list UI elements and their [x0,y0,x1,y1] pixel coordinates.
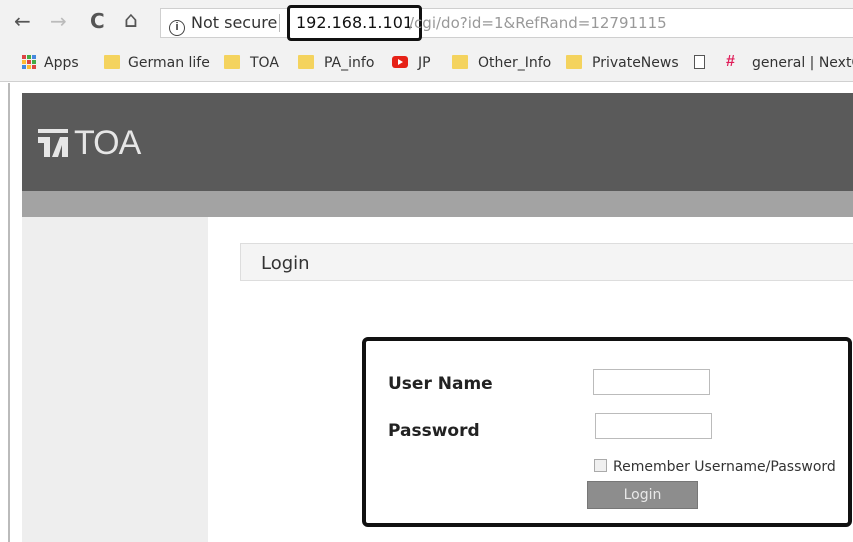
youtube-icon [392,56,408,68]
url-host-highlight: 192.168.1.101 [287,5,423,41]
login-button[interactable]: Login [587,481,698,509]
bookmark-general-nextg[interactable]: general | NextG [752,54,853,72]
bookmark-apps[interactable]: Apps [44,54,79,72]
username-input[interactable] [593,369,710,395]
username-label: User Name [388,374,493,394]
back-arrow-icon[interactable]: ← [14,11,31,31]
folder-icon [298,55,314,69]
bookmark-other-info[interactable]: Other_Info [478,54,551,72]
login-form: User Name Password Remember Username/Pas… [362,337,852,527]
slack-icon: # [726,53,735,70]
remember-label: Remember Username/Password [613,459,836,475]
forward-arrow-icon[interactable]: → [50,11,67,31]
security-label: Not secure [191,13,278,32]
bookmarks-bar: Apps German life TOA PA_info JP Other_In… [0,44,853,82]
page-title: Login [261,253,310,274]
bookmark-german-life[interactable]: German life [128,54,210,72]
web-page: TOA Login User Name Password Remember Us… [8,83,853,542]
login-heading-bar: Login [240,243,853,281]
remember-option[interactable]: Remember Username/Password [594,459,836,475]
folder-icon [452,55,468,69]
omnibox-divider [279,14,280,32]
url-host: 192.168.1.101 [296,13,414,32]
site-header: TOA [22,93,853,191]
bookmark-pa-info[interactable]: PA_info [324,54,374,72]
left-sidebar [22,217,208,542]
security-indicator[interactable]: i Not secure [169,13,277,36]
password-label: Password [388,421,480,441]
bookmark-jp[interactable]: JP [418,54,431,72]
password-input[interactable] [595,413,712,439]
remember-checkbox[interactable] [594,459,607,472]
info-icon: i [169,20,185,36]
folder-icon [224,55,240,69]
url-path: /cgi/do?id=1&RefRand=12791115 [409,14,667,32]
apps-grid-icon [22,55,38,69]
home-icon[interactable]: ⌂ [124,10,138,32]
header-strip [22,191,853,217]
address-bar[interactable]: i Not secure 192.168.1.101 /cgi/do?id=1&R… [160,5,853,41]
page-icon[interactable] [694,55,705,69]
folder-icon [104,55,120,69]
bookmark-toa[interactable]: TOA [250,54,279,72]
reload-icon[interactable]: C [90,11,105,31]
browser-toolbar: ← → C ⌂ i Not secure 192.168.1.101 /cgi/d… [0,0,853,44]
folder-icon [566,55,582,69]
bookmark-private-news[interactable]: PrivateNews [592,54,679,72]
logo-text: TOA [74,124,141,162]
toa-logo-icon [38,129,68,157]
